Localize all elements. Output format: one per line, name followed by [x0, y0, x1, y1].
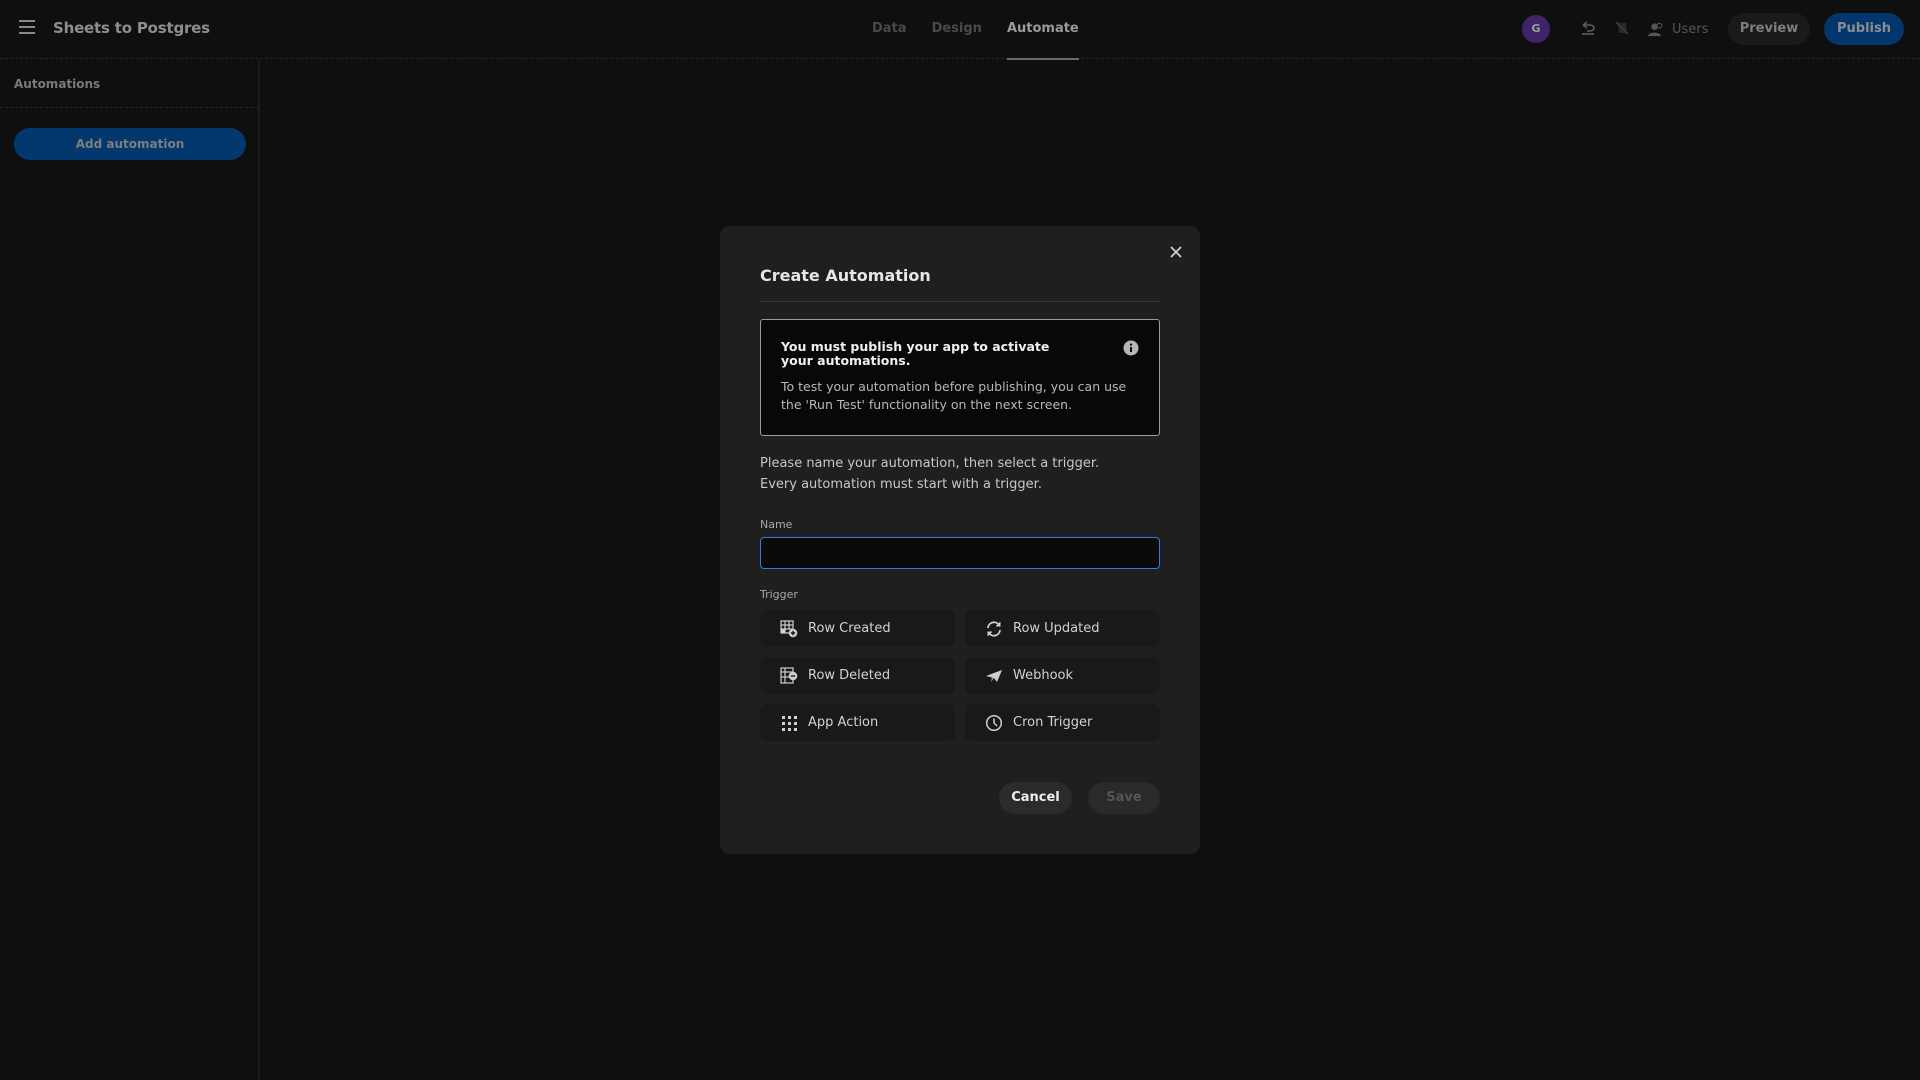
clock-icon	[985, 714, 1003, 731]
info-title: You must publish your app to activate yo…	[781, 339, 1050, 368]
name-label: Name	[760, 518, 793, 531]
trigger-webhook-label: Webhook	[1013, 668, 1074, 683]
avatar[interactable]: G	[1522, 15, 1550, 43]
trigger-grid: Row Created Row Updated Row Deleted Webh…	[760, 610, 1160, 741]
users-icon	[1647, 22, 1663, 36]
trigger-cron[interactable]: Cron Trigger	[965, 704, 1160, 741]
tab-data[interactable]: Data	[872, 0, 907, 59]
info-body: To test your automation before publishin…	[781, 379, 1127, 412]
trigger-row-updated[interactable]: Row Updated	[965, 610, 1160, 647]
trigger-row-deleted-label: Row Deleted	[808, 668, 891, 683]
modal-description: Please name your automation, then select…	[760, 453, 1099, 495]
description-line-2: Every automation must start with a trigg…	[760, 477, 1042, 492]
undo-icon[interactable]	[1579, 19, 1597, 37]
trigger-cron-label: Cron Trigger	[1013, 715, 1093, 730]
refresh-icon	[987, 620, 1001, 637]
info-banner: You must publish your app to activate yo…	[760, 319, 1160, 436]
save-button[interactable]: Save	[1088, 782, 1160, 814]
modal-divider	[760, 301, 1160, 302]
close-icon[interactable]	[1166, 242, 1186, 262]
sidebar: Automations Add automation	[0, 60, 260, 1080]
tab-design[interactable]: Design	[932, 0, 982, 59]
name-input[interactable]	[760, 537, 1160, 569]
trigger-row-created[interactable]: Row Created	[760, 610, 955, 647]
menu-icon[interactable]	[19, 20, 35, 34]
info-icon	[1123, 340, 1139, 356]
row-created-icon	[780, 619, 798, 637]
create-automation-modal: Create Automation You must publish your …	[720, 226, 1200, 854]
add-automation-button[interactable]: Add automation	[14, 128, 246, 160]
redo-icon[interactable]	[1613, 19, 1631, 37]
description-line-1: Please name your automation, then select…	[760, 456, 1100, 471]
row-deleted-icon	[780, 666, 798, 684]
tab-automate[interactable]: Automate	[1006, 0, 1079, 60]
sidebar-title: Automations	[0, 60, 258, 108]
trigger-app-action[interactable]: App Action	[760, 704, 955, 741]
app-title: Sheets to Postgres	[53, 19, 210, 37]
paper-plane-icon	[986, 669, 1002, 682]
trigger-label: Trigger	[760, 588, 798, 601]
publish-button[interactable]: Publish	[1824, 13, 1904, 45]
trigger-app-action-label: App Action	[808, 715, 879, 730]
users-label: Users	[1672, 21, 1709, 37]
grid-dots-icon	[782, 715, 797, 731]
cancel-button[interactable]: Cancel	[999, 782, 1072, 814]
nav-tabs: Data Design Automate	[872, 0, 1104, 60]
preview-button[interactable]: Preview	[1728, 13, 1810, 45]
top-bar: Sheets to Postgres Data Design Automate …	[0, 0, 1920, 60]
modal-title: Create Automation	[760, 266, 931, 285]
users-button[interactable]: Users	[1647, 16, 1708, 42]
trigger-row-created-label: Row Created	[808, 621, 891, 636]
trigger-row-deleted[interactable]: Row Deleted	[760, 657, 955, 694]
trigger-webhook[interactable]: Webhook	[965, 657, 1160, 694]
trigger-row-updated-label: Row Updated	[1013, 621, 1100, 636]
